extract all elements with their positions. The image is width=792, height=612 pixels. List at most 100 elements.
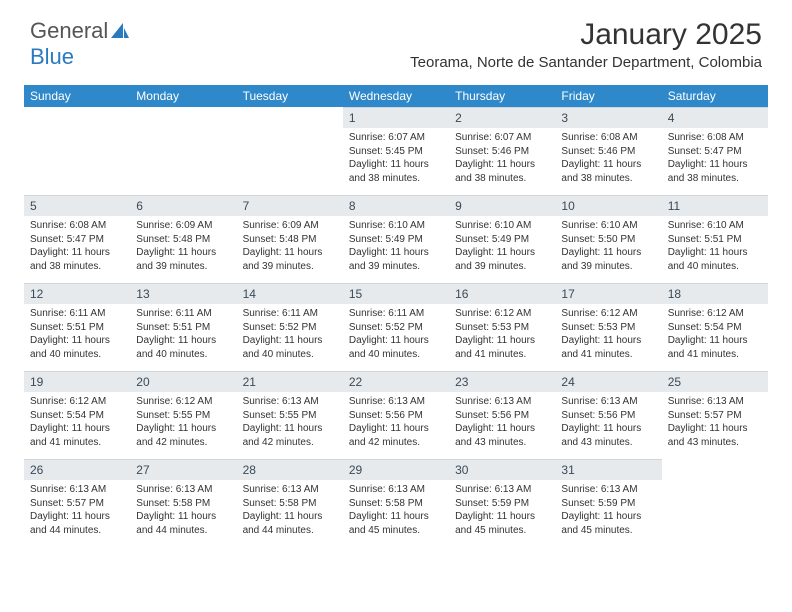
weekday-header: Sunday [24,85,130,107]
calendar-day-cell: 4Sunrise: 6:08 AMSunset: 5:47 PMDaylight… [662,107,768,195]
weekday-header: Monday [130,85,236,107]
logo: General [30,18,130,44]
sunrise-line: Sunrise: 6:11 AM [349,307,443,321]
daylight-line: Daylight: 11 hours and 38 minutes. [561,158,655,185]
day-number: 19 [24,371,130,392]
day-details: Sunrise: 6:11 AMSunset: 5:52 PMDaylight:… [343,304,449,367]
month-title: January 2025 [410,18,762,52]
sunset-line: Sunset: 5:51 PM [30,321,124,335]
logo-sail-icon [110,22,130,40]
day-number: 7 [237,195,343,216]
daylight-line: Daylight: 11 hours and 42 minutes. [349,422,443,449]
day-details: Sunrise: 6:11 AMSunset: 5:52 PMDaylight:… [237,304,343,367]
sunset-line: Sunset: 5:49 PM [455,233,549,247]
calendar-day-cell: 18Sunrise: 6:12 AMSunset: 5:54 PMDayligh… [662,283,768,371]
sunset-line: Sunset: 5:56 PM [561,409,655,423]
day-details: Sunrise: 6:10 AMSunset: 5:49 PMDaylight:… [343,216,449,279]
sunset-line: Sunset: 5:54 PM [668,321,762,335]
calendar-day-cell: 8Sunrise: 6:10 AMSunset: 5:49 PMDaylight… [343,195,449,283]
sunrise-line: Sunrise: 6:13 AM [668,395,762,409]
calendar-day-cell: 7Sunrise: 6:09 AMSunset: 5:48 PMDaylight… [237,195,343,283]
daylight-line: Daylight: 11 hours and 44 minutes. [243,510,337,537]
calendar-day-cell: 23Sunrise: 6:13 AMSunset: 5:56 PMDayligh… [449,371,555,459]
sunrise-line: Sunrise: 6:09 AM [243,219,337,233]
day-number: 10 [555,195,661,216]
calendar-day-cell: 12Sunrise: 6:11 AMSunset: 5:51 PMDayligh… [24,283,130,371]
sunrise-line: Sunrise: 6:12 AM [561,307,655,321]
day-details: Sunrise: 6:13 AMSunset: 5:57 PMDaylight:… [662,392,768,455]
day-number: 24 [555,371,661,392]
sunrise-line: Sunrise: 6:13 AM [243,395,337,409]
day-number: 29 [343,459,449,480]
sunrise-line: Sunrise: 6:10 AM [349,219,443,233]
calendar-day-cell: 13Sunrise: 6:11 AMSunset: 5:51 PMDayligh… [130,283,236,371]
day-details: Sunrise: 6:13 AMSunset: 5:55 PMDaylight:… [237,392,343,455]
sunrise-line: Sunrise: 6:13 AM [455,395,549,409]
day-number: 17 [555,283,661,304]
day-number: 20 [130,371,236,392]
day-details: Sunrise: 6:09 AMSunset: 5:48 PMDaylight:… [130,216,236,279]
day-number: 30 [449,459,555,480]
sunset-line: Sunset: 5:58 PM [136,497,230,511]
sunset-line: Sunset: 5:58 PM [243,497,337,511]
sunrise-line: Sunrise: 6:13 AM [136,483,230,497]
day-details: Sunrise: 6:08 AMSunset: 5:46 PMDaylight:… [555,128,661,191]
sunrise-line: Sunrise: 6:13 AM [561,395,655,409]
logo-text-blue: Blue [30,44,74,70]
sunrise-line: Sunrise: 6:11 AM [136,307,230,321]
day-number: 31 [555,459,661,480]
sunrise-line: Sunrise: 6:08 AM [668,131,762,145]
day-details: Sunrise: 6:10 AMSunset: 5:51 PMDaylight:… [662,216,768,279]
day-number: 5 [24,195,130,216]
day-number: 8 [343,195,449,216]
sunset-line: Sunset: 5:47 PM [30,233,124,247]
sunrise-line: Sunrise: 6:07 AM [349,131,443,145]
daylight-line: Daylight: 11 hours and 41 minutes. [30,422,124,449]
day-details: Sunrise: 6:10 AMSunset: 5:49 PMDaylight:… [449,216,555,279]
day-details: Sunrise: 6:12 AMSunset: 5:54 PMDaylight:… [24,392,130,455]
day-number: 18 [662,283,768,304]
day-number: 1 [343,107,449,128]
sunset-line: Sunset: 5:55 PM [243,409,337,423]
sunrise-line: Sunrise: 6:12 AM [136,395,230,409]
sunrise-line: Sunrise: 6:09 AM [136,219,230,233]
calendar-row: 5Sunrise: 6:08 AMSunset: 5:47 PMDaylight… [24,195,768,283]
sunset-line: Sunset: 5:49 PM [349,233,443,247]
weekday-header-row: SundayMondayTuesdayWednesdayThursdayFrid… [24,85,768,107]
day-number: 25 [662,371,768,392]
day-details: Sunrise: 6:10 AMSunset: 5:50 PMDaylight:… [555,216,661,279]
day-details: Sunrise: 6:07 AMSunset: 5:45 PMDaylight:… [343,128,449,191]
sunset-line: Sunset: 5:58 PM [349,497,443,511]
daylight-line: Daylight: 11 hours and 40 minutes. [30,334,124,361]
weekday-header: Wednesday [343,85,449,107]
calendar-day-cell: 3Sunrise: 6:08 AMSunset: 5:46 PMDaylight… [555,107,661,195]
daylight-line: Daylight: 11 hours and 38 minutes. [349,158,443,185]
sunset-line: Sunset: 5:57 PM [30,497,124,511]
calendar-day-cell: 6Sunrise: 6:09 AMSunset: 5:48 PMDaylight… [130,195,236,283]
sunrise-line: Sunrise: 6:07 AM [455,131,549,145]
sunrise-line: Sunrise: 6:11 AM [243,307,337,321]
calendar-empty-cell [24,107,130,195]
sunset-line: Sunset: 5:53 PM [455,321,549,335]
sunrise-line: Sunrise: 6:13 AM [349,483,443,497]
sunset-line: Sunset: 5:47 PM [668,145,762,159]
sunrise-line: Sunrise: 6:08 AM [561,131,655,145]
day-number: 13 [130,283,236,304]
sunset-line: Sunset: 5:46 PM [561,145,655,159]
daylight-line: Daylight: 11 hours and 45 minutes. [455,510,549,537]
daylight-line: Daylight: 11 hours and 40 minutes. [243,334,337,361]
day-details: Sunrise: 6:08 AMSunset: 5:47 PMDaylight:… [662,128,768,191]
sunset-line: Sunset: 5:51 PM [136,321,230,335]
daylight-line: Daylight: 11 hours and 43 minutes. [561,422,655,449]
sunset-line: Sunset: 5:56 PM [455,409,549,423]
sunset-line: Sunset: 5:53 PM [561,321,655,335]
daylight-line: Daylight: 11 hours and 39 minutes. [243,246,337,273]
day-number: 15 [343,283,449,304]
calendar-table: SundayMondayTuesdayWednesdayThursdayFrid… [24,85,768,547]
day-details: Sunrise: 6:12 AMSunset: 5:55 PMDaylight:… [130,392,236,455]
sunrise-line: Sunrise: 6:11 AM [30,307,124,321]
daylight-line: Daylight: 11 hours and 39 minutes. [455,246,549,273]
calendar-day-cell: 22Sunrise: 6:13 AMSunset: 5:56 PMDayligh… [343,371,449,459]
sunset-line: Sunset: 5:50 PM [561,233,655,247]
daylight-line: Daylight: 11 hours and 45 minutes. [349,510,443,537]
